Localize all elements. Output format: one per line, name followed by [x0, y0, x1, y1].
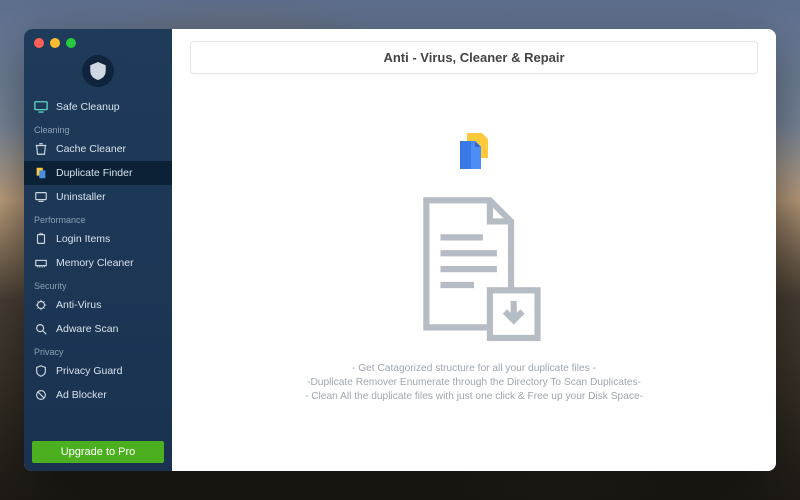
- sidebar-section-cleaning: Cleaning: [24, 119, 172, 137]
- window-close-button[interactable]: [34, 38, 44, 48]
- page-title: Anti - Virus, Cleaner & Repair: [190, 41, 758, 74]
- sidebar-item-duplicate-finder[interactable]: Duplicate Finder: [24, 161, 172, 185]
- adware-icon: [34, 322, 48, 336]
- sidebar-item-login-items[interactable]: Login Items: [24, 227, 172, 251]
- sidebar-item-label: Login Items: [56, 233, 110, 245]
- main-panel: Anti - Virus, Cleaner & Repair -: [172, 29, 776, 471]
- privacy-icon: [34, 364, 48, 378]
- virus-icon: [34, 298, 48, 312]
- sidebar-item-label: Ad Blocker: [56, 389, 107, 401]
- content-area: - Get Catagorized structure for all your…: [190, 74, 758, 457]
- monitor-icon: [34, 100, 48, 114]
- sidebar-item-label: Adware Scan: [56, 323, 118, 335]
- sidebar-section-performance: Performance: [24, 209, 172, 227]
- adblock-icon: [34, 388, 48, 402]
- sidebar-item-label: Privacy Guard: [56, 365, 123, 377]
- window-minimize-button[interactable]: [50, 38, 60, 48]
- files-icon: [34, 166, 48, 180]
- uninstall-icon: [34, 190, 48, 204]
- sidebar-item-uninstaller[interactable]: Uninstaller: [24, 185, 172, 209]
- sidebar-item-label: Duplicate Finder: [56, 167, 132, 179]
- document-download-icon: [394, 195, 554, 345]
- sidebar-section-security: Security: [24, 275, 172, 293]
- app-window: Safe Cleanup Cleaning Cache Cleaner Dupl…: [24, 29, 776, 471]
- ram-icon: [34, 256, 48, 270]
- sidebar-item-anti-virus[interactable]: Anti-Virus: [24, 293, 172, 317]
- duplicate-files-icon: [450, 129, 498, 177]
- sidebar-item-cache-cleaner[interactable]: Cache Cleaner: [24, 137, 172, 161]
- trash-icon: [34, 142, 48, 156]
- sidebar-item-label: Safe Cleanup: [56, 101, 120, 113]
- sidebar-item-label: Anti-Virus: [56, 299, 101, 311]
- sidebar-item-label: Uninstaller: [56, 191, 106, 203]
- sidebar-item-ad-blocker[interactable]: Ad Blocker: [24, 383, 172, 407]
- sidebar-section-privacy: Privacy: [24, 341, 172, 359]
- app-logo: [82, 55, 114, 87]
- sidebar-item-label: Cache Cleaner: [56, 143, 126, 155]
- description-line: - Clean All the duplicate files with jus…: [305, 391, 643, 402]
- plug-icon: [34, 232, 48, 246]
- sidebar: Safe Cleanup Cleaning Cache Cleaner Dupl…: [24, 29, 172, 471]
- upgrade-button[interactable]: Upgrade to Pro: [32, 441, 164, 463]
- sidebar-item-adware-scan[interactable]: Adware Scan: [24, 317, 172, 341]
- window-controls: [34, 38, 76, 48]
- sidebar-item-label: Memory Cleaner: [56, 257, 134, 269]
- sidebar-item-memory-cleaner[interactable]: Memory Cleaner: [24, 251, 172, 275]
- description-line: - Get Catagorized structure for all your…: [352, 363, 596, 374]
- sidebar-item-safe-cleanup[interactable]: Safe Cleanup: [24, 95, 172, 119]
- shield-icon: [90, 62, 106, 80]
- window-maximize-button[interactable]: [66, 38, 76, 48]
- description-line: -Duplicate Remover Enumerate through the…: [307, 377, 641, 388]
- description-block: - Get Catagorized structure for all your…: [305, 363, 643, 402]
- sidebar-item-privacy-guard[interactable]: Privacy Guard: [24, 359, 172, 383]
